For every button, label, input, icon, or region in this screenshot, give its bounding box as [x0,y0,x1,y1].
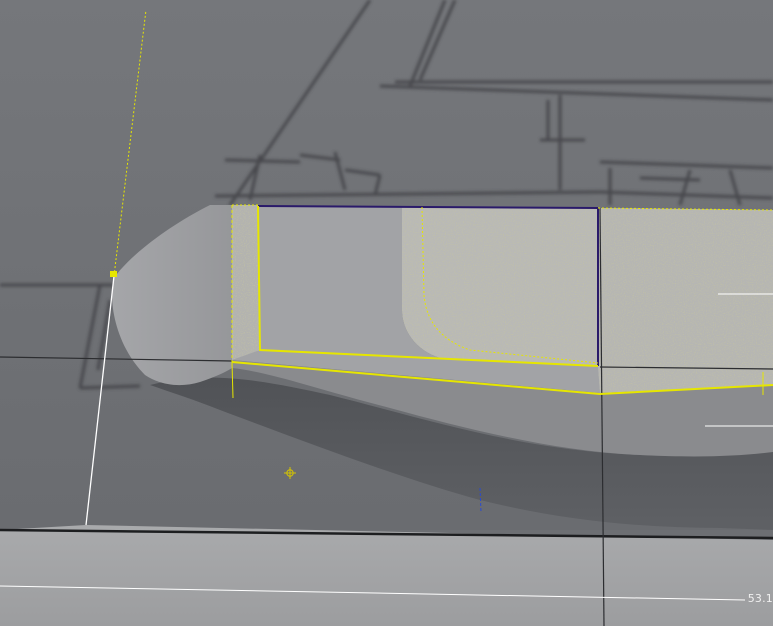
dimension-readout: 53.1 [747,592,773,605]
vertex-handle-icon[interactable] [110,271,117,277]
3d-viewport[interactable]: 53.1 [0,0,773,626]
viewport-scene[interactable] [0,0,773,626]
textured-face-strip [232,205,260,360]
textured-face-right [598,208,773,393]
floor-plane [0,525,773,626]
textured-face-left [402,207,598,366]
